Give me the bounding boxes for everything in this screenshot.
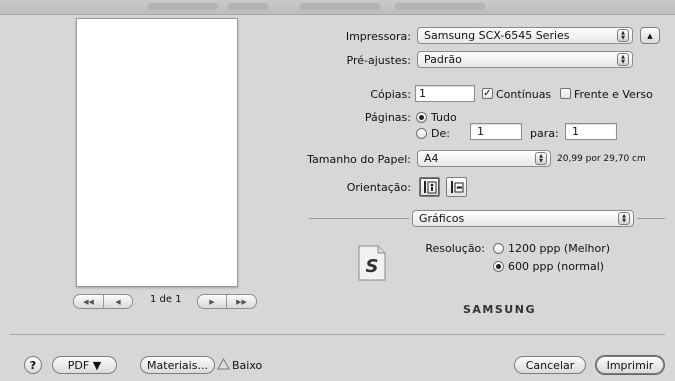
pages-all-label: Tudo: [431, 111, 457, 124]
toolbar-ghost: [228, 3, 268, 10]
paper-size-select[interactable]: A4 ▲ ▼: [417, 150, 551, 167]
paper-size-label: Tamanho do Papel:: [307, 153, 411, 166]
help-icon: ?: [29, 358, 37, 372]
collate-label: Contínuas: [496, 88, 552, 101]
disclosure-triangle-icon: ▲: [647, 31, 653, 40]
preview-nav-forward-group: ▶ ▶▶: [197, 294, 257, 309]
orientation-label: Orientação:: [346, 181, 411, 194]
cancel-button[interactable]: Cancelar: [514, 356, 586, 374]
presets-select[interactable]: Padrão ▲ ▼: [417, 51, 633, 68]
toolbar-ghost: [395, 3, 485, 10]
next-page-button[interactable]: ▶: [198, 295, 226, 308]
copies-input[interactable]: 1: [415, 85, 475, 102]
resolution-600-radio[interactable]: [493, 261, 504, 272]
popup-arrows-icon: ▲ ▼: [535, 152, 547, 165]
samsung-logo: SAMSUNG: [463, 303, 536, 316]
landscape-orientation-button[interactable]: [446, 177, 467, 197]
printer-select[interactable]: Samsung SCX-6545 Series ▲ ▼: [417, 27, 633, 44]
pdf-menu-button[interactable]: PDF ▼: [52, 356, 117, 374]
panel-select[interactable]: Gráficos ▲ ▼: [412, 210, 634, 227]
sheet-top-bar: [0, 0, 675, 15]
pages-to-input[interactable]: 1: [565, 123, 617, 140]
pages-from-input[interactable]: 1: [470, 123, 522, 140]
resolution-600-label: 600 ppp (normal): [508, 260, 605, 273]
resolution-label: Resolução:: [425, 242, 485, 255]
printer-label: Impressora:: [345, 30, 411, 43]
first-page-button[interactable]: ◀◀: [74, 295, 103, 308]
last-page-button[interactable]: ▶▶: [227, 295, 256, 308]
section-divider: [637, 218, 665, 219]
pages-all-radio[interactable]: [416, 112, 427, 123]
section-divider: [309, 218, 409, 219]
pages-from-label: De:: [431, 127, 450, 140]
warning-icon: [217, 357, 230, 370]
pages-to-label: para:: [530, 127, 559, 140]
resolution-1200-label: 1200 ppp (Melhor): [508, 242, 611, 255]
portrait-person-icon: [423, 181, 436, 194]
toolbar-ghost: [148, 3, 218, 10]
resolution-1200-radio[interactable]: [493, 243, 504, 254]
popup-arrows-icon: ▲ ▼: [617, 29, 629, 42]
page-preview: [76, 18, 238, 287]
help-button[interactable]: ?: [24, 356, 42, 374]
toolbar-ghost: [300, 3, 380, 10]
bottom-divider: [10, 334, 665, 335]
presets-label: Pré-ajustes:: [346, 54, 411, 67]
presets-value: Padrão: [424, 53, 462, 66]
duplex-label: Frente e Verso: [574, 88, 653, 101]
copies-label: Cópias:: [370, 88, 411, 101]
page-indicator: 1 de 1: [150, 294, 182, 305]
landscape-person-icon: [450, 181, 463, 193]
print-button[interactable]: Imprimir: [596, 356, 664, 374]
panel-value: Gráficos: [419, 212, 465, 225]
paper-size-value: A4: [424, 152, 439, 165]
paper-dimensions: 20,99 por 29,70 cm: [557, 154, 646, 164]
pages-label: Páginas:: [364, 111, 411, 124]
expand-dialog-button[interactable]: ▲: [640, 27, 660, 44]
popup-arrows-icon: ▲ ▼: [618, 212, 630, 225]
app-icon-letter: S: [366, 256, 379, 277]
printer-value: Samsung SCX-6545 Series: [424, 29, 570, 42]
popup-arrows-icon: ▲ ▼: [617, 53, 629, 66]
collate-checkbox[interactable]: ✓: [482, 88, 493, 99]
checkmark-icon: ✓: [483, 87, 492, 99]
supply-status-label: Baixo: [232, 359, 263, 372]
portrait-orientation-button[interactable]: [419, 177, 440, 197]
preview-nav-back-group: ◀◀ ◀: [73, 294, 133, 309]
supplies-button[interactable]: Materiais...: [140, 356, 215, 374]
previous-page-button[interactable]: ◀: [104, 295, 132, 308]
duplex-checkbox[interactable]: [560, 88, 571, 99]
pages-range-radio[interactable]: [416, 128, 427, 139]
samsung-driver-icon: S: [357, 245, 387, 281]
